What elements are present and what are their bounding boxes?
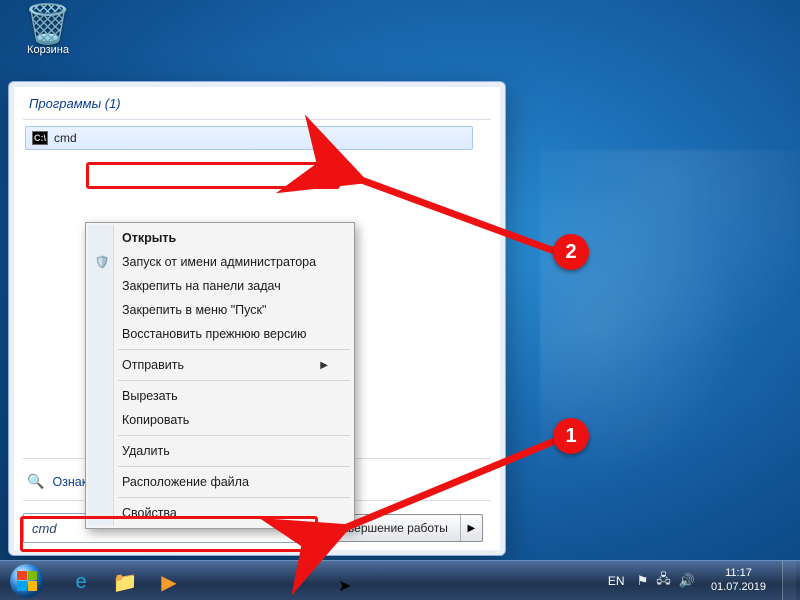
pinned-apps: e 📁 ▶ [54, 561, 190, 600]
programs-heading: Программы (1) [29, 96, 489, 111]
annotation-step-2: 2 [553, 234, 589, 270]
ctx-copy[interactable]: Копировать [88, 408, 352, 432]
chevron-right-icon: ▶ [320, 360, 328, 371]
ctx-delete[interactable]: Удалить [88, 439, 352, 463]
ctx-run-as-admin[interactable]: 🛡️ Запуск от имени администратора [88, 250, 352, 274]
annotation-step-1: 1 [553, 418, 589, 454]
show-desktop-button[interactable] [782, 561, 796, 600]
start-button[interactable] [0, 561, 54, 600]
language-indicator[interactable]: EN [604, 574, 629, 588]
context-menu: Открыть 🛡️ Запуск от имени администратор… [85, 222, 355, 529]
ctx-separator [118, 435, 350, 436]
ctx-separator [118, 497, 350, 498]
volume-icon[interactable]: 🔊 [679, 573, 695, 589]
desktop: 🗑️ Корзина Программы (1) C:\ cmd Открыть… [0, 0, 800, 600]
network-icon[interactable]: 🖧 [656, 570, 671, 592]
recycle-bin[interactable]: 🗑️ Корзина [16, 6, 80, 56]
mouse-cursor-icon: ➤ [338, 576, 351, 596]
clock-time: 11:17 [711, 567, 766, 581]
search-result-cmd[interactable]: C:\ cmd [25, 126, 473, 150]
taskbar: e 📁 ▶ EN ⚑ 🖧 🔊 11:17 01.07.2019 [0, 560, 800, 600]
cmd-icon: C:\ [32, 131, 48, 145]
system-tray: EN ⚑ 🖧 🔊 11:17 01.07.2019 [604, 561, 800, 600]
internet-explorer-icon[interactable]: e [60, 565, 102, 599]
ctx-separator [118, 466, 350, 467]
divider [23, 119, 491, 120]
ctx-pin-taskbar[interactable]: Закрепить на панели задач [88, 274, 352, 298]
start-menu: Программы (1) C:\ cmd Открыть 🛡️ Запуск … [8, 81, 506, 556]
clock[interactable]: 11:17 01.07.2019 [703, 567, 774, 595]
shield-icon: 🛡️ [94, 254, 110, 270]
ctx-separator [118, 349, 350, 350]
ctx-pin-start[interactable]: Закрепить в меню "Пуск" [88, 298, 352, 322]
ctx-properties[interactable]: Свойства [88, 501, 352, 525]
ctx-separator [118, 380, 350, 381]
search-icon: 🔍 [27, 473, 44, 490]
windows-logo-icon [10, 564, 44, 598]
recycle-bin-icon: 🗑️ [16, 6, 80, 44]
ctx-restore-previous[interactable]: Восстановить прежнюю версию [88, 322, 352, 346]
file-explorer-icon[interactable]: 📁 [104, 565, 146, 599]
recycle-bin-label: Корзина [27, 44, 69, 56]
ctx-send-to[interactable]: Отправить ▶ [88, 353, 352, 377]
ctx-cut[interactable]: Вырезать [88, 384, 352, 408]
media-player-icon[interactable]: ▶ [148, 565, 190, 599]
ctx-open[interactable]: Открыть [88, 226, 352, 250]
action-center-icon[interactable]: ⚑ [637, 573, 649, 589]
ctx-file-location[interactable]: Расположение файла [88, 470, 352, 494]
search-result-label: cmd [54, 131, 77, 145]
shutdown-options-icon[interactable]: ▶ [460, 515, 482, 541]
clock-date: 01.07.2019 [711, 581, 766, 595]
